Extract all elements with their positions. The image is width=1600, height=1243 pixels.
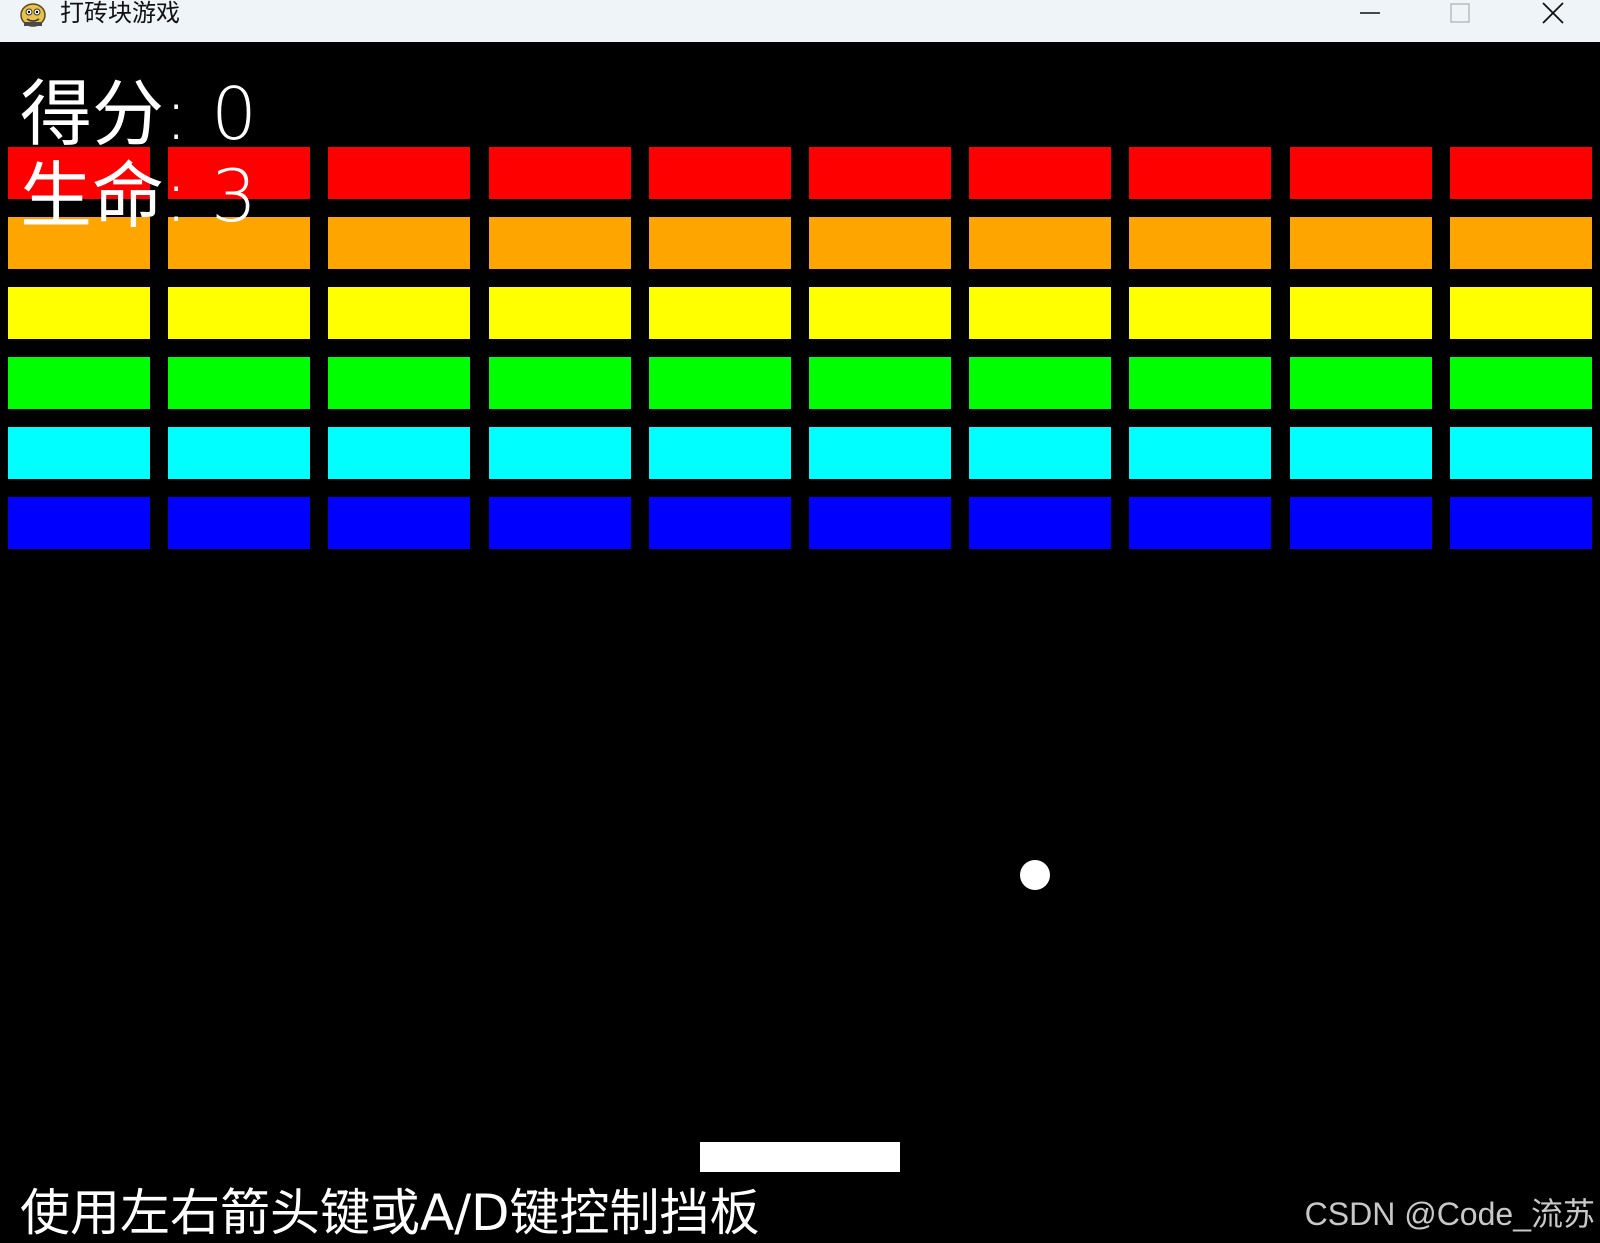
brick bbox=[809, 147, 951, 199]
watermark: CSDN @Code_流苏 bbox=[1304, 1196, 1595, 1232]
pygame-snake-icon bbox=[20, 3, 46, 27]
minimize-icon bbox=[1360, 12, 1380, 14]
maximize-button[interactable] bbox=[1430, 0, 1490, 28]
brick bbox=[1129, 357, 1271, 409]
brick bbox=[809, 287, 951, 339]
game-canvas[interactable]: 得分: 0 生命: 3 使用左右箭头键或A/D键控制挡板 CSDN @Code_… bbox=[0, 42, 1600, 1243]
brick bbox=[1290, 357, 1432, 409]
brick bbox=[328, 287, 470, 339]
brick bbox=[649, 357, 791, 409]
brick bbox=[809, 427, 951, 479]
brick bbox=[969, 497, 1111, 549]
brick bbox=[1290, 497, 1432, 549]
brick bbox=[1290, 427, 1432, 479]
brick bbox=[1450, 147, 1592, 199]
brick bbox=[328, 427, 470, 479]
brick bbox=[168, 427, 310, 479]
brick bbox=[489, 497, 631, 549]
brick bbox=[328, 217, 470, 269]
brick bbox=[969, 357, 1111, 409]
controls-instructions: 使用左右箭头键或A/D键控制挡板 bbox=[20, 1184, 760, 1242]
minimize-button[interactable] bbox=[1340, 0, 1400, 28]
brick bbox=[1450, 357, 1592, 409]
brick bbox=[1450, 427, 1592, 479]
brick bbox=[1450, 217, 1592, 269]
brick bbox=[649, 217, 791, 269]
brick bbox=[1129, 217, 1271, 269]
brick bbox=[1450, 497, 1592, 549]
brick bbox=[328, 147, 470, 199]
close-icon bbox=[1542, 2, 1564, 24]
maximize-icon bbox=[1450, 3, 1470, 23]
brick bbox=[969, 217, 1111, 269]
brick bbox=[1129, 147, 1271, 199]
game-window: 打砖块游戏 得分: 0 生命: 3 使用左右箭头键或A/D键控制挡板 CSDN … bbox=[0, 0, 1600, 1243]
brick bbox=[8, 427, 150, 479]
brick bbox=[1290, 287, 1432, 339]
brick bbox=[168, 287, 310, 339]
brick bbox=[168, 497, 310, 549]
brick bbox=[809, 217, 951, 269]
brick bbox=[649, 147, 791, 199]
title-bar[interactable]: 打砖块游戏 bbox=[0, 0, 1600, 42]
brick bbox=[8, 287, 150, 339]
brick bbox=[649, 287, 791, 339]
brick bbox=[809, 497, 951, 549]
brick bbox=[1290, 217, 1432, 269]
brick bbox=[969, 287, 1111, 339]
brick bbox=[1129, 287, 1271, 339]
brick bbox=[8, 357, 150, 409]
brick bbox=[649, 427, 791, 479]
window-title: 打砖块游戏 bbox=[60, 0, 180, 27]
paddle[interactable] bbox=[700, 1142, 900, 1172]
brick bbox=[8, 497, 150, 549]
brick bbox=[1450, 287, 1592, 339]
close-button[interactable] bbox=[1523, 0, 1583, 28]
brick bbox=[489, 427, 631, 479]
ball bbox=[1020, 860, 1050, 890]
brick bbox=[969, 147, 1111, 199]
brick bbox=[809, 357, 951, 409]
brick bbox=[649, 497, 791, 549]
brick bbox=[168, 357, 310, 409]
brick bbox=[1290, 147, 1432, 199]
brick bbox=[328, 497, 470, 549]
brick bbox=[1129, 497, 1271, 549]
lives-display: 生命: 3 bbox=[20, 154, 257, 238]
brick bbox=[1129, 427, 1271, 479]
brick bbox=[489, 147, 631, 199]
brick bbox=[328, 357, 470, 409]
brick bbox=[489, 217, 631, 269]
brick bbox=[489, 357, 631, 409]
brick bbox=[969, 427, 1111, 479]
brick bbox=[489, 287, 631, 339]
score-display: 得分: 0 bbox=[20, 72, 257, 156]
